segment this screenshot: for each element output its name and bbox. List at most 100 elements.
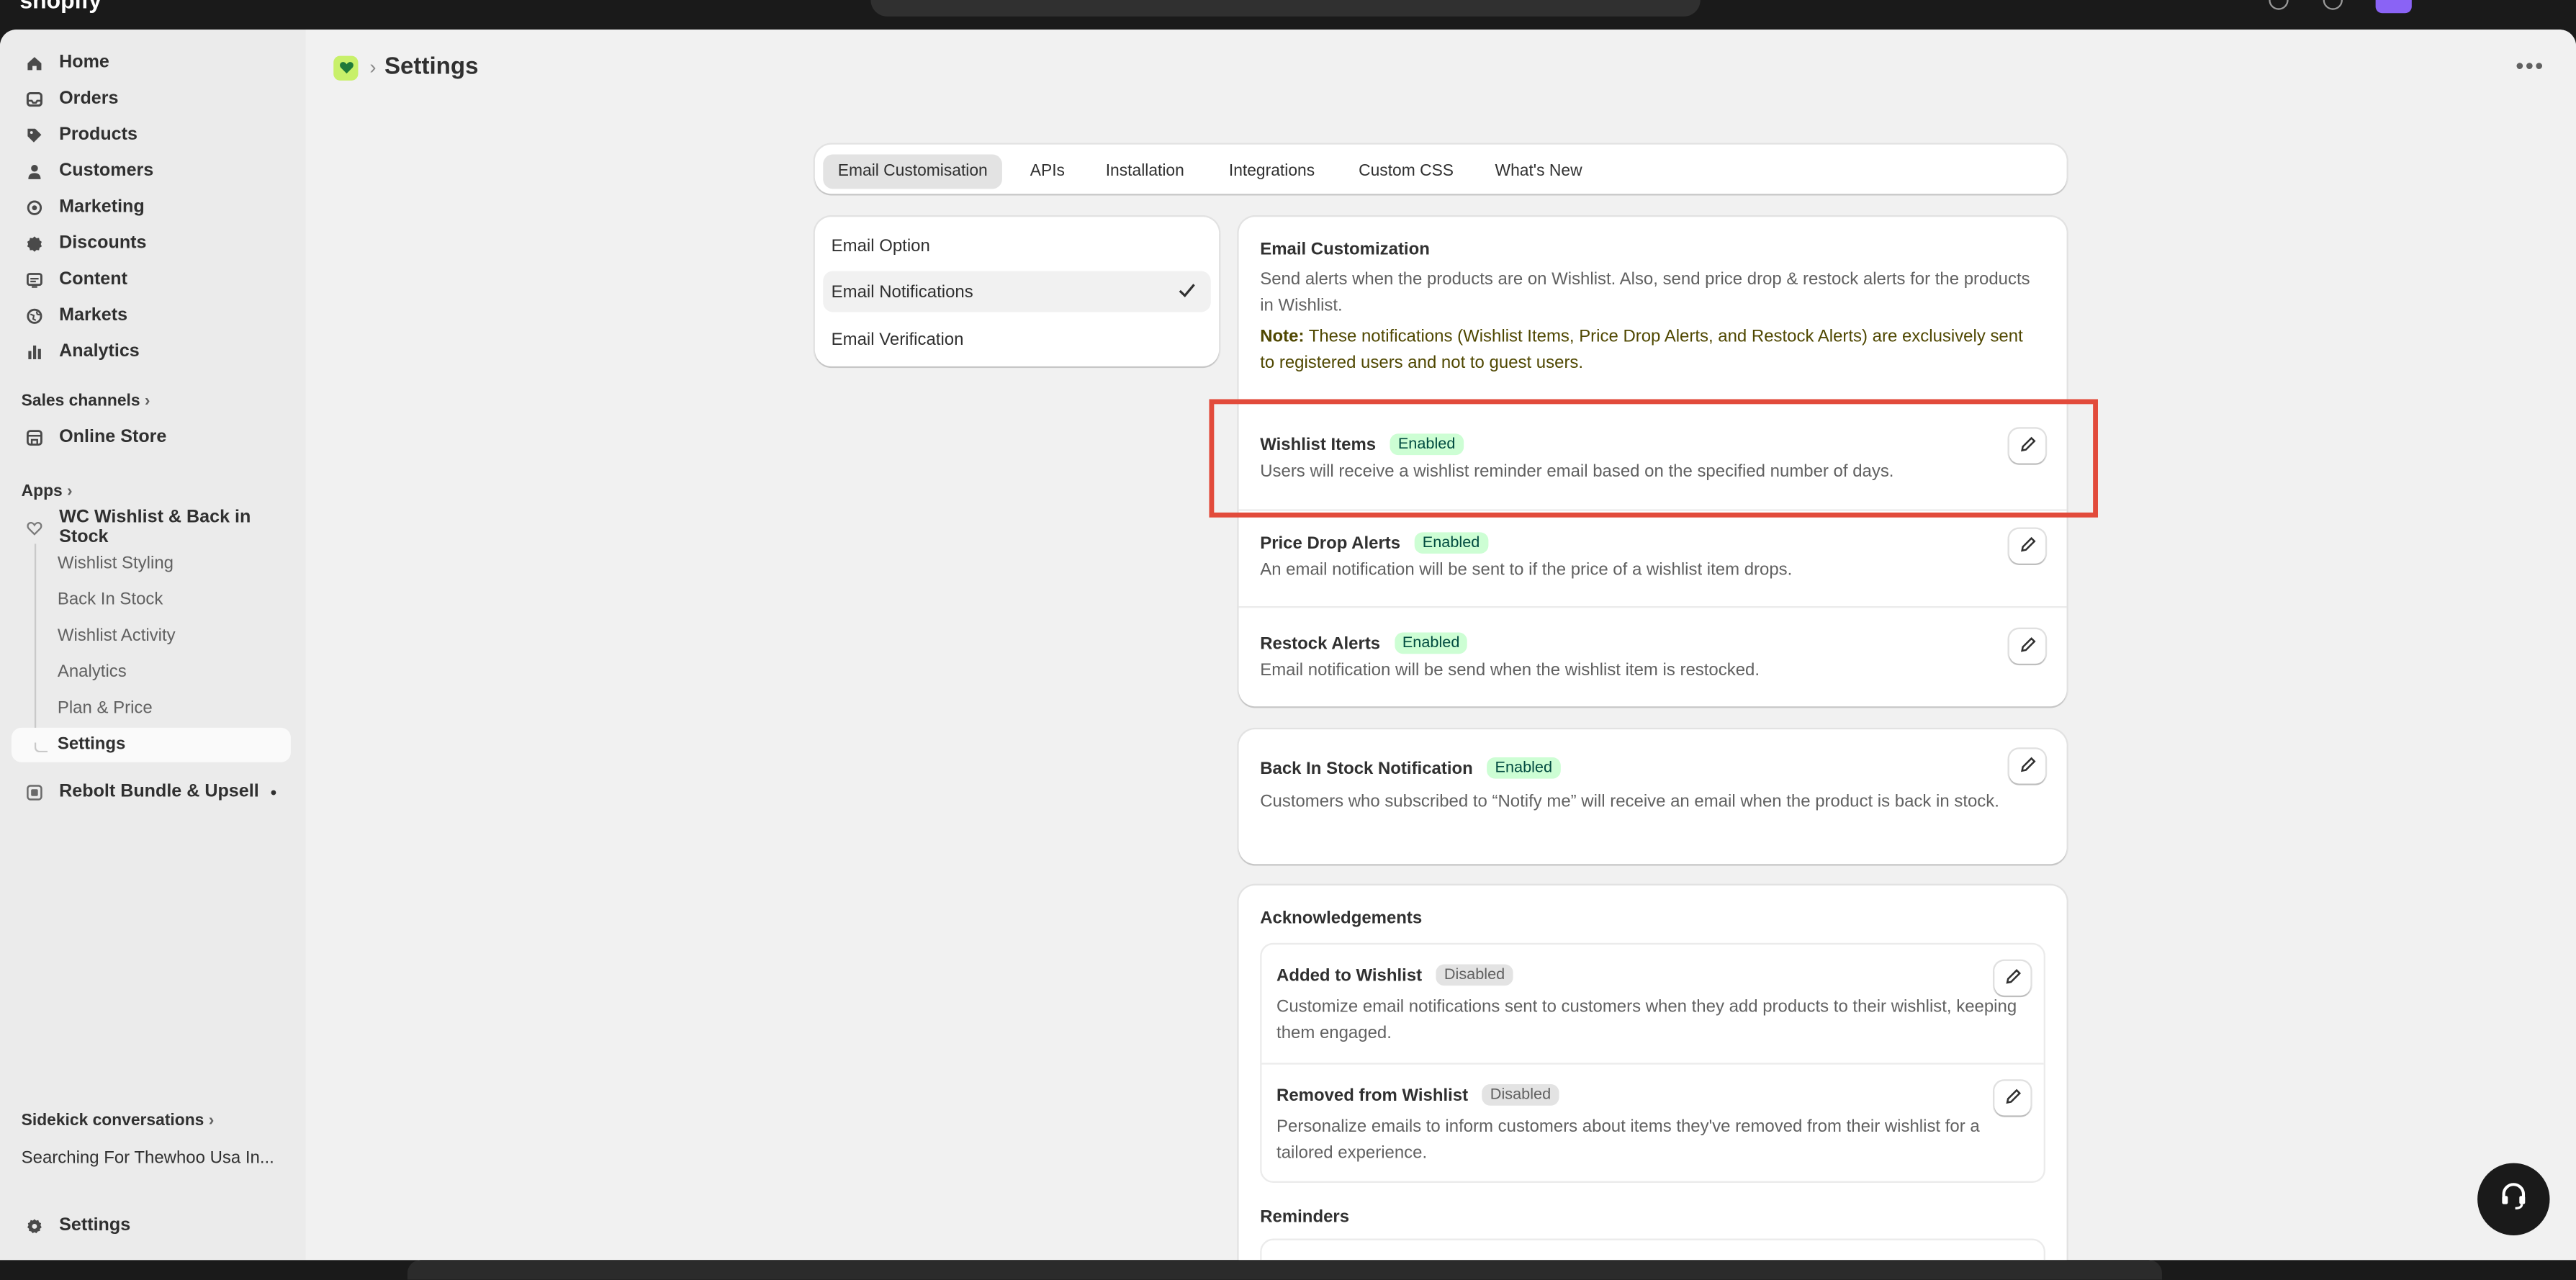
sidebar-item-customers[interactable]: Customers <box>12 154 291 187</box>
edit-button[interactable] <box>2009 628 2045 664</box>
person-icon <box>27 163 43 179</box>
ack-description: Customize email notifications sent to cu… <box>1276 997 2017 1042</box>
pencil-icon <box>2004 1083 2022 1113</box>
sidebar-item-label: Rebolt Bundle & Upsell <box>59 782 259 802</box>
tree-line <box>34 544 37 749</box>
tab-apis[interactable]: APIs <box>1015 154 1079 189</box>
ack-description: Personalize emails to inform customers a… <box>1276 1117 1980 1163</box>
sidebar-item-online-store[interactable]: Online Store <box>12 420 291 454</box>
tab-integrations[interactable]: Integrations <box>1214 154 1329 189</box>
status-badge: Disabled <box>1482 1084 1559 1106</box>
checkmark-icon <box>1176 279 1198 306</box>
sidebar-item-wc-wishlist[interactable]: WC Wishlist & Back in Stock <box>12 508 291 547</box>
ack-row-added: Added to Wishlist Disabled <box>1276 960 1513 989</box>
sales-channels-heading[interactable]: Sales channels › <box>22 392 150 410</box>
sidebar-item-products[interactable]: Products <box>12 118 291 151</box>
sidebar-item-label: Products <box>59 125 138 145</box>
sidebar-sub-wishlist-activity[interactable]: Wishlist Activity <box>58 626 176 645</box>
tab-email-customisation[interactable]: Email Customisation <box>823 154 1003 189</box>
edit-button[interactable] <box>1994 1081 2031 1116</box>
status-badge: Enabled <box>1394 632 1468 654</box>
sidebar-sub-analytics[interactable]: Analytics <box>58 662 127 682</box>
tab-installation[interactable]: Installation <box>1091 154 1199 189</box>
sidekick-heading[interactable]: Sidekick conversations › <box>22 1112 215 1130</box>
back-in-stock-card: Back In Stock Notification Enabled Custo… <box>1238 729 2067 865</box>
pencil-icon <box>2004 963 2022 993</box>
status-badge: Enabled <box>1414 532 1488 554</box>
sidebar-sub-plan-price[interactable]: Plan & Price <box>58 698 153 718</box>
notifications-icon[interactable] <box>2323 0 2343 10</box>
alert-title: Price Drop Alerts <box>1260 533 1401 554</box>
tab-custom-css[interactable]: Custom CSS <box>1344 154 1469 189</box>
option-email-verification[interactable]: Email Verification <box>823 319 1211 360</box>
apps-heading[interactable]: Apps › <box>22 483 73 501</box>
divider <box>1238 606 2067 608</box>
status-badge: Enabled <box>1487 757 1561 779</box>
avatar[interactable] <box>2375 0 2412 14</box>
tab-bar: Email Customisation APIs Installation In… <box>814 144 2067 194</box>
sidebar-item-orders[interactable]: Orders <box>12 82 291 115</box>
sidebar-item-content[interactable]: Content <box>12 263 291 296</box>
app-frame: Home Orders Products Customers Marketing… <box>0 30 2576 1261</box>
tree-branch <box>34 742 48 753</box>
sidebar-sub-wishlist-styling[interactable]: Wishlist Styling <box>58 554 174 573</box>
wishlist-app-icon <box>27 519 43 536</box>
email-options-menu: Email Option Email Notifications Email V… <box>814 217 1220 366</box>
chevron-right-icon: › <box>144 392 150 411</box>
ack-title: Added to Wishlist <box>1276 965 1423 986</box>
card-title: Back In Stock Notification <box>1260 759 1473 779</box>
sales-channels-label: Sales channels <box>21 392 140 411</box>
sidebar-sub-back-in-stock[interactable]: Back In Stock <box>58 590 163 609</box>
ack-title: Removed from Wishlist <box>1276 1086 1469 1106</box>
main-content: › Settings ••• Email Customisation APIs … <box>305 30 2576 1261</box>
note-text: Note: These notifications (Wishlist Item… <box>1260 325 2032 377</box>
tag-icon <box>27 127 43 143</box>
alert-row-price-drop: Price Drop Alerts Enabled <box>1260 527 1488 556</box>
edit-button[interactable] <box>1994 960 2031 996</box>
more-actions-icon[interactable]: ••• <box>2516 53 2544 79</box>
breadcrumb: › Settings <box>333 54 478 81</box>
acknowledgements-card: Acknowledgements Added to Wishlist Disab… <box>1238 885 2067 1261</box>
reminders-list <box>1260 1238 2045 1261</box>
pencil-icon <box>2018 752 2036 781</box>
alert-title: Restock Alerts <box>1260 634 1381 654</box>
highlight-box <box>1209 399 2098 518</box>
globe-icon <box>27 307 43 324</box>
sidebar-item-discounts[interactable]: Discounts <box>12 227 291 260</box>
sidebar-item-home[interactable]: Home <box>12 46 291 79</box>
gear-icon <box>27 1217 43 1234</box>
sidebar-item-rebolt[interactable]: Rebolt Bundle & Upsell <box>12 775 291 808</box>
sidekick-conversation-item[interactable]: Searching For Thewhoo Usa In... <box>22 1148 274 1168</box>
shopify-logo[interactable]: shopify <box>19 0 102 13</box>
sidebar-item-label: WC Wishlist & Back in Stock <box>59 508 251 547</box>
sidebar-item-label: Discounts <box>59 233 147 253</box>
alert-description: An email notification will be sent to if… <box>1260 560 1793 580</box>
sidekick-label: Sidekick conversations <box>21 1112 204 1130</box>
sidebar-sub-settings-active[interactable] <box>11 727 291 762</box>
sidebar-item-label: Content <box>59 269 127 289</box>
status-badge: Disabled <box>1436 964 1513 986</box>
ack-row-removed: Removed from Wishlist Disabled <box>1276 1079 1559 1109</box>
sidebar: Home Orders Products Customers Marketing… <box>0 30 306 1261</box>
help-icon[interactable] <box>2269 0 2289 10</box>
bar-chart-icon <box>27 343 43 360</box>
page-title: Settings <box>384 54 479 81</box>
sidebar-item-settings[interactable]: Settings <box>12 1209 291 1242</box>
support-chat-button[interactable] <box>2477 1163 2550 1235</box>
tab-whats-new[interactable]: What's New <box>1480 154 1597 189</box>
option-email-notifications[interactable]: Email Notifications <box>823 271 1211 312</box>
sidebar-item-markets[interactable]: Markets <box>12 299 291 332</box>
sidebar-item-marketing[interactable]: Marketing <box>12 191 291 224</box>
wishlist-app-icon[interactable] <box>333 55 359 80</box>
sidebar-item-analytics[interactable]: Analytics <box>12 335 291 369</box>
back-in-stock-heading: Back In Stock Notification Enabled <box>1260 752 1561 782</box>
card-title: Acknowledgements <box>1260 908 1423 929</box>
edit-button[interactable] <box>2009 528 2045 564</box>
option-email-option[interactable]: Email Option <box>823 225 1211 266</box>
inbox-icon <box>26 91 43 107</box>
note-label: Note: <box>1260 327 1305 347</box>
target-icon <box>27 199 43 215</box>
sidebar-sub-settings[interactable]: Settings <box>58 734 126 754</box>
search-bar[interactable] <box>870 0 1701 17</box>
edit-button[interactable] <box>2009 749 2045 784</box>
